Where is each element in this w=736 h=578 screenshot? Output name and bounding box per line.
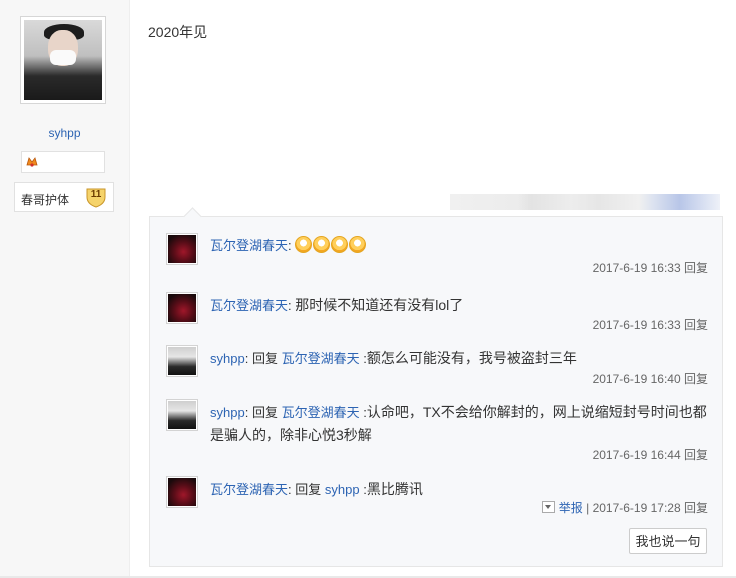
reply-avatar[interactable] <box>166 345 198 377</box>
reply-text: syhpp: 回复 瓦尔登湖春天 :额怎么可能没有，我号被盗封三年 <box>210 350 577 366</box>
say-something-button[interactable]: 我也说一句 <box>629 528 707 554</box>
reply-avatar[interactable] <box>166 292 198 324</box>
level-badge[interactable] <box>21 151 105 173</box>
author-avatar[interactable] <box>20 16 106 104</box>
reply-content: 那时候不知道还有没有lol了 <box>295 297 464 313</box>
fan-level-number: 11 <box>90 189 102 200</box>
smile-emoji-icon <box>295 236 313 253</box>
author-sidebar: syhpp 春哥护体 11 <box>0 0 130 578</box>
smile-emoji-icon <box>313 236 331 253</box>
reply-text: syhpp: 回复 瓦尔登湖春天 :认命吧，TX不会给你解封的，网上说缩短封号时… <box>210 404 707 443</box>
reply-avatar[interactable] <box>166 233 198 265</box>
reply-meta: 举报 | 2017-6-19 17:28 回复 <box>541 499 708 516</box>
fan-badge-label: 春哥护体 <box>21 193 70 207</box>
reply-target-name[interactable]: 瓦尔登湖春天 <box>282 405 360 420</box>
reply-meta: 2017-6-19 16:40 回复 <box>593 370 708 387</box>
reply-target-name[interactable]: 瓦尔登湖春天 <box>282 351 360 366</box>
reply-meta: 2017-6-19 16:33 回复 <box>593 316 708 333</box>
reply-username[interactable]: 瓦尔登湖春天 <box>210 298 288 313</box>
reply-content: 额怎么可能没有，我号被盗封三年 <box>366 350 577 366</box>
smile-emoji-icon <box>349 236 367 253</box>
reply-meta: 2017-6-19 16:44 回复 <box>593 446 708 463</box>
fan-badge[interactable]: 春哥护体 11 <box>14 182 114 212</box>
reply-username[interactable]: syhpp <box>210 405 245 420</box>
reply-text: 瓦尔登湖春天: 回复 syhpp :黑比腾讯 <box>210 481 423 497</box>
post-content: 2020年见 <box>148 24 208 40</box>
reply-username[interactable]: syhpp <box>210 351 245 366</box>
reply-text: 瓦尔登湖春天: 那时候不知道还有没有lol了 <box>210 297 464 313</box>
reply-meta: 2017-6-19 16:33 回复 <box>593 259 708 276</box>
reply-time: 2017-6-19 17:28 <box>592 501 681 515</box>
fan-level-icon: 11 <box>85 186 107 208</box>
report-area: 举报 | <box>541 501 593 515</box>
dropdown-arrow-icon[interactable] <box>541 501 555 513</box>
reply-button[interactable]: 回复 <box>684 501 708 515</box>
avatar-image <box>24 20 102 100</box>
emoji-group <box>295 236 367 253</box>
reply-target-name[interactable]: syhpp <box>325 482 360 497</box>
reply-username[interactable]: 瓦尔登湖春天 <box>210 482 288 497</box>
reply-username[interactable]: 瓦尔登湖春天 <box>210 238 288 253</box>
reply-content: 黑比腾讯 <box>366 481 423 497</box>
post-tail-blurred <box>450 194 720 210</box>
reply-time: 2017-6-19 16:40 <box>592 372 681 386</box>
reply-list: 瓦尔登湖春天: 2017-6-19 16:33 回复 瓦尔登湖春天: 那时候不知… <box>149 216 723 567</box>
reply-button[interactable]: 回复 <box>684 318 708 332</box>
reply-time: 2017-6-19 16:33 <box>592 318 681 332</box>
reply-time: 2017-6-19 16:33 <box>592 261 681 275</box>
reply-text: 瓦尔登湖春天: <box>210 235 708 257</box>
reply-time: 2017-6-19 16:44 <box>592 448 681 462</box>
smile-emoji-icon <box>331 236 349 253</box>
reply-button[interactable]: 回复 <box>684 372 708 386</box>
level-icon <box>26 157 38 167</box>
reply-button[interactable]: 回复 <box>684 261 708 275</box>
report-link[interactable]: 举报 <box>559 501 583 515</box>
reply-avatar[interactable] <box>166 476 198 508</box>
author-name[interactable]: syhpp <box>0 126 129 140</box>
reply-button[interactable]: 回复 <box>684 448 708 462</box>
reply-avatar[interactable] <box>166 399 198 431</box>
